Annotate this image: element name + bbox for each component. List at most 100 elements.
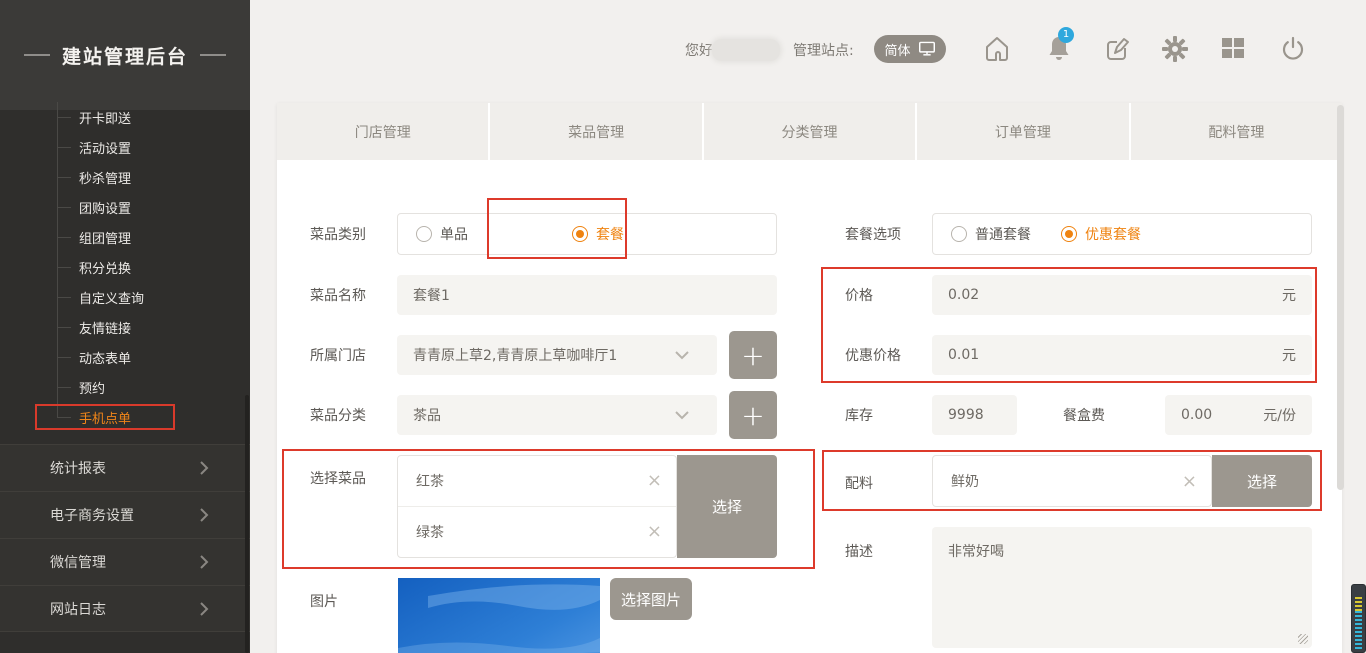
stock-input[interactable]: 9998 (932, 395, 1017, 435)
sidebar-item-custom-query[interactable]: 自定义查询 (0, 282, 250, 312)
store-value: 青青原上草2,青青原上草咖啡厅1 (413, 345, 617, 365)
section-label: 微信管理 (50, 552, 198, 572)
content-card: 门店管理 菜品管理 分类管理 订单管理 配料管理 菜品类别 单品 套餐 菜品名称… (277, 103, 1342, 653)
remove-icon[interactable]: × (647, 470, 662, 491)
ingredient-label: 配料 (845, 473, 873, 493)
dish-classify-label: 菜品分类 (310, 405, 366, 425)
radio-single-dish[interactable]: 单品 (416, 224, 468, 244)
combo-option-label: 套餐选项 (845, 224, 901, 244)
widget-cyan-stripes (1355, 611, 1362, 651)
tab-store-management[interactable]: 门店管理 (277, 103, 488, 160)
remove-icon[interactable]: × (647, 521, 662, 542)
radio-label: 优惠套餐 (1085, 224, 1141, 244)
site-label: 管理站点: (793, 0, 854, 100)
add-classify-button[interactable]: + (729, 391, 777, 439)
apps-grid-icon[interactable] (1220, 34, 1246, 62)
radio-combo-dish[interactable]: 套餐 (572, 224, 624, 244)
language-label: 简体 (884, 40, 910, 59)
annotation-box-mobile-order (35, 404, 175, 430)
tree-tick (57, 357, 71, 358)
sidebar-item-label: 预约 (79, 378, 105, 397)
dish-item-name: 绿茶 (416, 522, 444, 542)
section-label: 电子商务设置 (50, 505, 198, 525)
level-meter-widget[interactable] (1351, 584, 1366, 653)
image-label: 图片 (310, 591, 338, 611)
select-dishes-button[interactable]: 选择 (677, 455, 777, 558)
sidebar-item-team[interactable]: 组团管理 (0, 222, 250, 252)
dish-category-label: 菜品类别 (310, 224, 366, 244)
sidebar: 建站管理后台 开卡即送 活动设置 秒杀管理 团购设置 组团管理 积分兑换 自定义… (0, 0, 250, 653)
price-label: 价格 (845, 285, 873, 305)
username-redacted (712, 39, 780, 61)
dish-classify-value: 茶品 (413, 405, 441, 425)
tab-ingredient-management[interactable]: 配料管理 (1131, 103, 1342, 160)
add-store-button[interactable]: + (729, 331, 777, 379)
discount-price-unit: 元 (1282, 345, 1296, 365)
boxfee-unit: 元/份 (1263, 405, 1296, 425)
sidebar-section-statistics[interactable]: 统计报表 (0, 444, 250, 491)
chevron-right-icon (198, 507, 210, 523)
sidebar-section-site-log[interactable]: 网站日志 (0, 585, 250, 632)
radio-normal-combo[interactable]: 普通套餐 (951, 224, 1031, 244)
description-textarea[interactable]: 非常好喝 (932, 527, 1312, 648)
tab-dish-management[interactable]: 菜品管理 (490, 103, 701, 160)
sidebar-item-booking[interactable]: 预约 (0, 372, 250, 402)
radio-circle-icon (416, 226, 432, 242)
select-ingredient-button[interactable]: 选择 (1212, 455, 1312, 507)
chevron-down-icon (675, 411, 689, 420)
tab-bar: 门店管理 菜品管理 分类管理 订单管理 配料管理 (277, 103, 1342, 160)
remove-icon[interactable]: × (1182, 471, 1197, 492)
radio-circle-icon (572, 226, 588, 242)
selected-dishes-list: 红茶 × 绿茶 × (397, 455, 677, 558)
chevron-right-icon (198, 554, 210, 570)
sidebar-item-dynamic-form[interactable]: 动态表单 (0, 342, 250, 372)
sidebar-section-wechat[interactable]: 微信管理 (0, 538, 250, 585)
dish-classify-select[interactable]: 茶品 (397, 395, 717, 435)
sidebar-item-label: 友情链接 (79, 318, 131, 337)
home-icon[interactable] (983, 34, 1011, 64)
tree-tick (57, 207, 71, 208)
sidebar-item-groupbuy[interactable]: 团购设置 (0, 192, 250, 222)
sidebar-item-card-gift[interactable]: 开卡即送 (0, 102, 250, 132)
gear-icon[interactable] (1161, 34, 1189, 64)
dish-name-label: 菜品名称 (310, 285, 366, 305)
edit-icon[interactable] (1103, 34, 1131, 64)
power-icon[interactable] (1279, 34, 1307, 64)
tree-tick (57, 327, 71, 328)
tab-category-management[interactable]: 分类管理 (704, 103, 915, 160)
stock-label: 库存 (845, 405, 873, 425)
sidebar-item-label: 自定义查询 (79, 288, 144, 307)
sidebar-section-ecommerce[interactable]: 电子商务设置 (0, 491, 250, 538)
top-header: 您好 管理站点: 简体 1 (250, 0, 1366, 100)
ingredient-input[interactable]: 鲜奶 × (932, 455, 1212, 507)
price-input[interactable]: 0.02 元 (932, 275, 1312, 315)
widget-header (1352, 585, 1365, 597)
tab-order-management[interactable]: 订单管理 (917, 103, 1128, 160)
sidebar-scrollbar[interactable] (245, 395, 249, 653)
select-image-button[interactable]: 选择图片 (610, 578, 692, 620)
sidebar-item-label: 秒杀管理 (79, 168, 131, 187)
sidebar-item-label: 组团管理 (79, 228, 131, 247)
dish-item-name: 红茶 (416, 471, 444, 491)
sidebar-header: 建站管理后台 (0, 0, 250, 110)
sidebar-item-label: 开卡即送 (79, 108, 131, 127)
app-title: 建站管理后台 (24, 42, 226, 69)
dish-image-thumbnail (398, 578, 600, 653)
sidebar-item-seckill[interactable]: 秒杀管理 (0, 162, 250, 192)
tree-tick (57, 387, 71, 388)
sidebar-item-activity-settings[interactable]: 活动设置 (0, 132, 250, 162)
radio-label: 套餐 (596, 224, 624, 244)
sidebar-item-points[interactable]: 积分兑换 (0, 252, 250, 282)
page-scrollbar-thumb[interactable] (1337, 105, 1344, 490)
sidebar-item-links[interactable]: 友情链接 (0, 312, 250, 342)
tree-tick (57, 237, 71, 238)
boxfee-input[interactable]: 0.00 元/份 (1165, 395, 1312, 435)
chevron-down-icon (675, 351, 689, 360)
discount-price-input[interactable]: 0.01 元 (932, 335, 1312, 375)
resize-handle[interactable] (1298, 634, 1308, 644)
radio-discount-combo[interactable]: 优惠套餐 (1061, 224, 1141, 244)
price-value: 0.02 (948, 287, 979, 303)
dish-name-input[interactable]: 套餐1 (397, 275, 777, 315)
language-button[interactable]: 简体 (874, 35, 946, 63)
store-select[interactable]: 青青原上草2,青青原上草咖啡厅1 (397, 335, 717, 375)
